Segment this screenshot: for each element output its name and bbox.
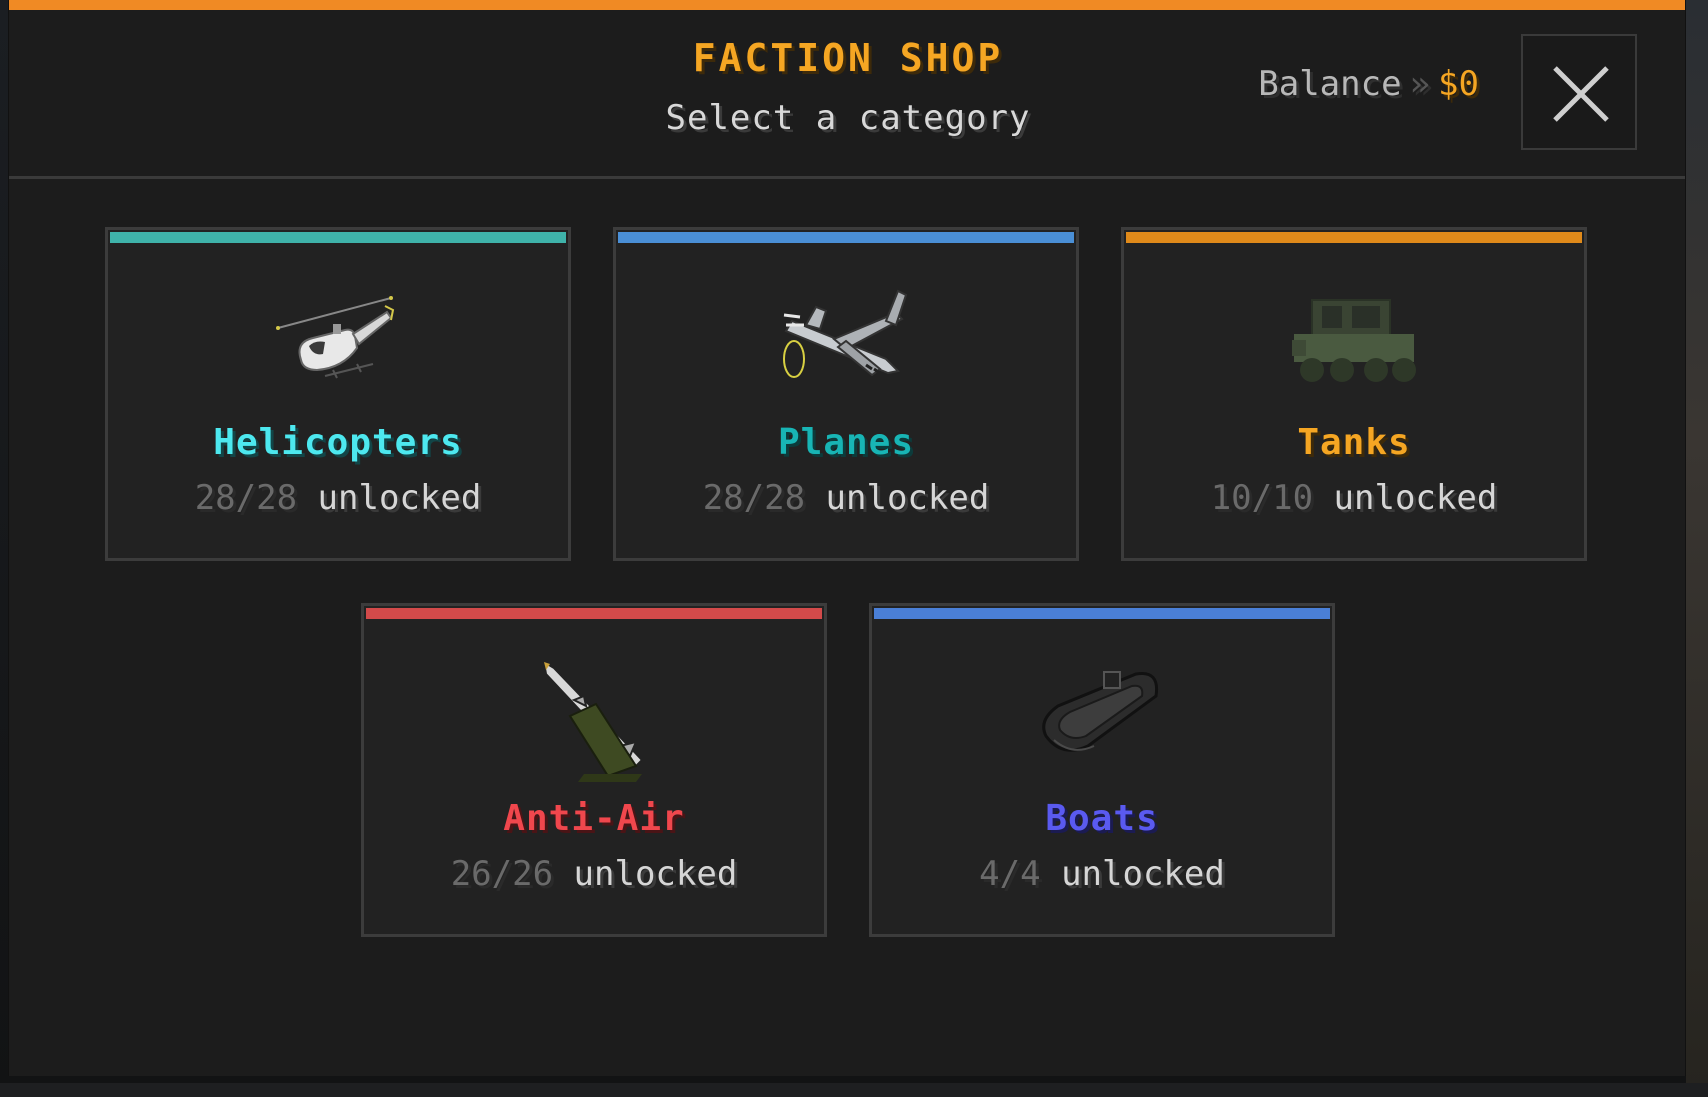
category-card-tanks[interactable]: Tanks 10/10 unlocked	[1121, 227, 1587, 561]
page-subtitle: Select a category	[665, 98, 1031, 138]
unlock-suffix: unlocked	[317, 478, 482, 518]
card-accent-bar	[618, 232, 1074, 243]
category-card-boats[interactable]: Boats 4/4 unlocked	[869, 603, 1335, 937]
card-accent-bar	[366, 608, 822, 619]
balance-separator: »	[1409, 64, 1431, 104]
category-card-helicopters[interactable]: Helicopters 28/28 unlocked	[105, 227, 571, 561]
close-icon	[1553, 66, 1609, 122]
balance-amount: $0	[1438, 64, 1479, 104]
category-name: Tanks	[1297, 422, 1411, 463]
balance-display: Balance» $0	[1258, 64, 1479, 104]
card-accent-bar	[110, 232, 566, 243]
card-accent-bar	[1126, 232, 1582, 243]
category-card-anti-air[interactable]: Anti-Air 26/26 unlocked	[361, 603, 827, 937]
tank-icon	[1124, 285, 1584, 395]
category-unlock-count: 26/26 unlocked	[364, 854, 824, 894]
anti-air-missile-icon	[364, 660, 824, 782]
faction-shop-panel: FACTION SHOP Select a category Balance» $…	[8, 0, 1686, 1076]
balance-label: Balance	[1258, 64, 1402, 104]
background-bottom	[0, 1083, 1708, 1097]
unlock-fraction: 28/28	[194, 478, 298, 518]
plane-icon	[616, 285, 1076, 395]
category-unlock-count: 28/28 unlocked	[108, 478, 568, 518]
header-divider	[9, 176, 1685, 179]
accent-bar	[9, 0, 1685, 10]
category-name: Planes	[777, 422, 915, 463]
close-button[interactable]	[1521, 34, 1637, 150]
category-unlock-count: 28/28 unlocked	[616, 478, 1076, 518]
category-name: Boats	[1045, 798, 1159, 839]
category-name: Helicopters	[213, 422, 463, 463]
unlock-fraction: 4/4	[979, 854, 1041, 894]
unlock-suffix: unlocked	[1333, 478, 1498, 518]
background-edge	[1686, 0, 1708, 1097]
category-unlock-count: 10/10 unlocked	[1124, 478, 1584, 518]
helicopter-icon	[108, 285, 568, 395]
card-accent-bar	[874, 608, 1330, 619]
category-card-planes[interactable]: Planes 28/28 unlocked	[613, 227, 1079, 561]
boat-icon	[872, 661, 1332, 771]
unlock-fraction: 10/10	[1210, 478, 1314, 518]
category-unlock-count: 4/4 unlocked	[872, 854, 1332, 894]
unlock-fraction: 26/26	[450, 854, 554, 894]
unlock-suffix: unlocked	[573, 854, 738, 894]
unlock-suffix: unlocked	[1061, 854, 1225, 894]
unlock-fraction: 28/28	[702, 478, 806, 518]
unlock-suffix: unlocked	[825, 478, 990, 518]
category-name: Anti-Air	[503, 798, 685, 839]
